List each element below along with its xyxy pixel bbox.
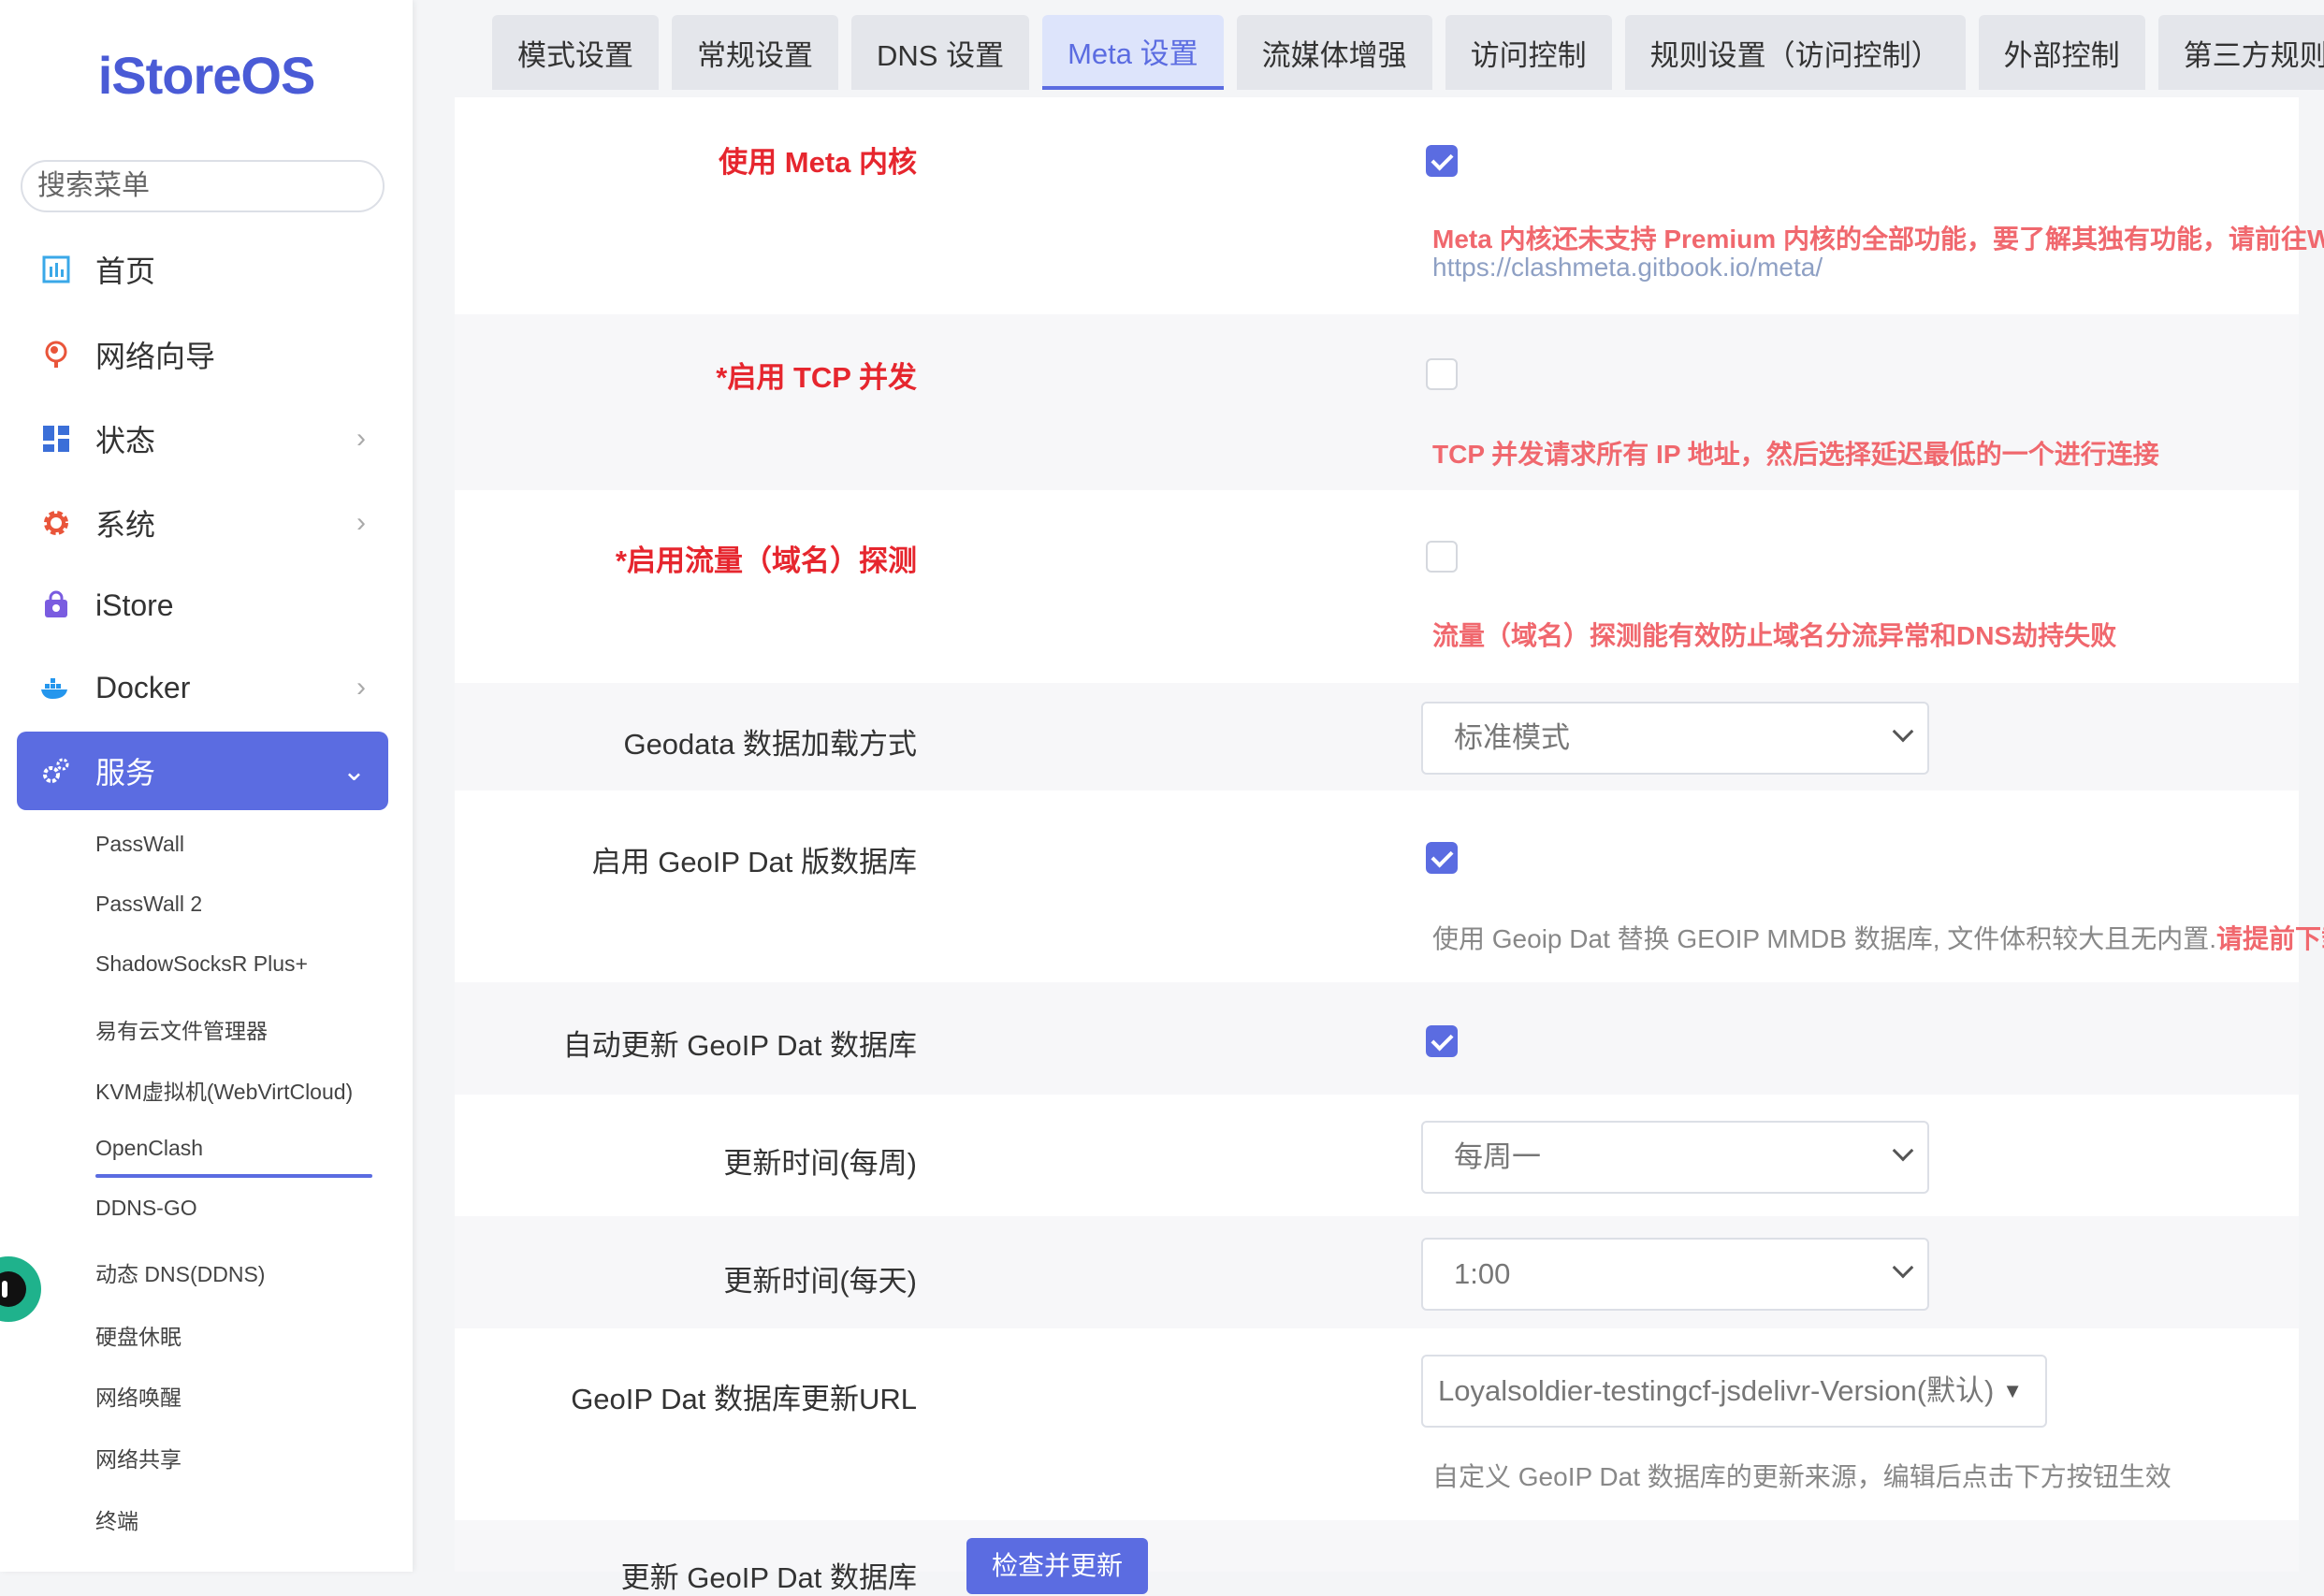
setting-row-meta-core: 使用 Meta 内核 Meta 内核还未支持 Premium 内核的全部功能，要… bbox=[455, 97, 2324, 314]
sidebar-subitem-ddns-go[interactable]: DDNS-GO bbox=[95, 1196, 197, 1221]
tab-external-control[interactable]: 外部控制 bbox=[1978, 15, 2145, 90]
setting-label: Geodata 数据加载方式 bbox=[623, 728, 917, 761]
sidebar-subitem-openclash[interactable]: OpenClash bbox=[95, 1136, 203, 1161]
sidebar-item-status[interactable]: 状态 › bbox=[17, 399, 388, 478]
sidebar-item-network-wizard[interactable]: 网络向导 bbox=[17, 315, 388, 394]
chevron-right-icon: › bbox=[356, 507, 366, 538]
meta-core-checkbox[interactable] bbox=[1426, 145, 1458, 177]
sidebar-subitem-file-manager[interactable]: 易有云文件管理器 bbox=[95, 1013, 268, 1045]
settings-tabs: 模式设置 常规设置 DNS 设置 Meta 设置 流媒体增强 访问控制 规则设置… bbox=[492, 15, 2324, 90]
sidebar-subitem-ssrplus[interactable]: ShadowSocksR Plus+ bbox=[95, 951, 308, 977]
download-hint: 请提前下载 bbox=[2216, 924, 2324, 953]
setting-row-tcp-concurrent: *启用 TCP 并发 TCP 并发请求所有 IP 地址，然后选择延迟最低的一个进… bbox=[455, 314, 2299, 490]
setting-row-geoip-dat: 启用 GeoIP Dat 版数据库 使用 Geoip Dat 替换 GEOIP … bbox=[455, 791, 2324, 982]
select-value: 1:00 bbox=[1454, 1257, 1511, 1290]
sidebar-item-label: 网络向导 bbox=[95, 340, 216, 373]
setting-description: 流量（域名）探测能有效防止域名分流异常和DNS劫持失败 bbox=[1432, 621, 2117, 650]
sidebar-item-home[interactable]: 首页 bbox=[17, 230, 388, 309]
tab-general[interactable]: 常规设置 bbox=[672, 15, 838, 90]
chevron-down-icon bbox=[1892, 1139, 1914, 1162]
chevron-down-icon bbox=[1892, 1256, 1914, 1279]
setting-label: GeoIP Dat 数据库更新URL bbox=[571, 1383, 917, 1415]
sidebar-item-label: iStore bbox=[95, 588, 174, 622]
active-subitem-indicator bbox=[95, 1174, 372, 1178]
chevron-down-icon: ⌄ bbox=[341, 755, 366, 787]
tcp-concurrent-checkbox[interactable] bbox=[1426, 358, 1458, 390]
gears-icon bbox=[37, 752, 75, 790]
setting-label: 更新时间(每天) bbox=[723, 1265, 917, 1298]
dropdown-triangle-icon: ▼ bbox=[2002, 1379, 2023, 1402]
gear-icon bbox=[37, 504, 75, 542]
tab-rules[interactable]: 规则设置（访问控制） bbox=[1624, 15, 1966, 90]
globe-icon bbox=[37, 336, 75, 373]
setting-row-update-now: 更新 GeoIP Dat 数据库 bbox=[455, 1520, 2299, 1594]
dashboard-grid-icon bbox=[37, 420, 75, 457]
sidebar-subitem-wol[interactable]: 网络唤醒 bbox=[95, 1380, 182, 1412]
sidebar-subitem-passwall2[interactable]: PassWall 2 bbox=[95, 892, 202, 917]
tab-third-party-rules[interactable]: 第三方规则订 bbox=[2157, 15, 2324, 90]
setting-row-geodata-mode: Geodata 数据加载方式 标准模式 bbox=[455, 683, 2299, 791]
geoip-dat-checkbox[interactable] bbox=[1426, 842, 1458, 874]
tab-mode[interactable]: 模式设置 bbox=[492, 15, 659, 90]
setting-description: 自定义 GeoIP Dat 数据库的更新来源，编辑后点击下方按钮生效 bbox=[1432, 1462, 2171, 1491]
sidebar-item-istore[interactable]: iStore bbox=[17, 566, 388, 645]
tab-access-control[interactable]: 访问控制 bbox=[1445, 15, 1612, 90]
sidebar-item-label: 首页 bbox=[95, 254, 156, 288]
sidebar-item-label: 状态 bbox=[95, 424, 156, 457]
setting-label: *启用流量（域名）探测 bbox=[615, 544, 917, 577]
sidebar: iStoreOS 搜索菜单 首页 网络向导 状态 › 系统 › iStore D… bbox=[0, 0, 413, 1572]
sidebar-subitem-kvm[interactable]: KVM虚拟机(WebVirtCloud) bbox=[95, 1074, 353, 1106]
update-url-select[interactable]: Loyalsoldier-testingcf-jsdelivr-Version(… bbox=[1421, 1355, 2047, 1428]
tab-dns[interactable]: DNS 设置 bbox=[851, 15, 1030, 90]
description-text: 使用 Geoip Dat 替换 GEOIP MMDB 数据库, 文件体积较大且无… bbox=[1432, 924, 2217, 953]
setting-description: 使用 Geoip Dat 替换 GEOIP MMDB 数据库, 文件体积较大且无… bbox=[1432, 919, 2324, 956]
docker-whale-icon bbox=[37, 669, 75, 706]
auto-update-checkbox[interactable] bbox=[1426, 1025, 1458, 1057]
setting-row-update-url: GeoIP Dat 数据库更新URL Loyalsoldier-testingc… bbox=[455, 1328, 2299, 1520]
meta-wiki-link[interactable]: https://clashmeta.gitbook.io/meta/ bbox=[1432, 253, 1823, 283]
sidebar-item-label: 服务 bbox=[95, 756, 156, 790]
setting-row-auto-update: 自动更新 GeoIP Dat 数据库 bbox=[455, 982, 2299, 1095]
setting-label: 更新时间(每周) bbox=[723, 1147, 917, 1180]
setting-label: *启用 TCP 并发 bbox=[716, 361, 917, 394]
sidebar-item-system[interactable]: 系统 › bbox=[17, 484, 388, 562]
chevron-right-icon: › bbox=[356, 423, 366, 454]
setting-row-sniffer: *启用流量（域名）探测 流量（域名）探测能有效防止域名分流异常和DNS劫持失败 bbox=[455, 490, 2299, 683]
sidebar-item-services[interactable]: 服务 ⌄ bbox=[17, 732, 388, 810]
update-week-select[interactable]: 每周一 bbox=[1421, 1121, 1929, 1194]
sidebar-item-label: 系统 bbox=[95, 508, 156, 542]
sidebar-subitem-passwall[interactable]: PassWall bbox=[95, 832, 184, 857]
sidebar-subitem-disk-sleep[interactable]: 硬盘休眠 bbox=[95, 1319, 182, 1351]
geodata-mode-select[interactable]: 标准模式 bbox=[1421, 702, 1929, 775]
sniffer-checkbox[interactable] bbox=[1426, 541, 1458, 573]
setting-row-update-day: 更新时间(每天) 1:00 bbox=[455, 1216, 2299, 1328]
sidebar-subitem-network-share[interactable]: 网络共享 bbox=[95, 1442, 182, 1473]
sidebar-subitem-terminal[interactable]: 终端 bbox=[95, 1503, 138, 1535]
bar-chart-icon bbox=[37, 251, 75, 288]
shopping-bag-icon bbox=[37, 587, 75, 624]
setting-description: TCP 并发请求所有 IP 地址，然后选择延迟最低的一个进行连接 bbox=[1432, 440, 2159, 469]
check-update-button[interactable]: 检查并更新 bbox=[966, 1538, 1148, 1594]
chevron-down-icon bbox=[1892, 720, 1914, 743]
app-logo[interactable]: iStoreOS bbox=[0, 45, 413, 106]
sidebar-subitem-ddns[interactable]: 动态 DNS(DDNS) bbox=[95, 1256, 265, 1288]
update-day-select[interactable]: 1:00 bbox=[1421, 1238, 1929, 1311]
setting-description: Meta 内核还未支持 Premium 内核的全部功能，要了解其独有功能，请前往… bbox=[1432, 225, 2324, 254]
tab-meta[interactable]: Meta 设置 bbox=[1042, 15, 1224, 90]
select-value: 每周一 bbox=[1454, 1140, 1541, 1173]
select-value: 标准模式 bbox=[1454, 721, 1570, 754]
tab-streaming[interactable]: 流媒体增强 bbox=[1236, 15, 1432, 90]
chevron-right-icon: › bbox=[356, 672, 366, 703]
setting-label: 更新 GeoIP Dat 数据库 bbox=[620, 1561, 917, 1594]
select-value: Loyalsoldier-testingcf-jsdelivr-Version(… bbox=[1438, 1374, 1995, 1407]
setting-label: 使用 Meta 内核 bbox=[719, 146, 917, 179]
setting-label: 自动更新 GeoIP Dat 数据库 bbox=[562, 1029, 917, 1062]
setting-row-update-week: 更新时间(每周) 每周一 bbox=[455, 1095, 2299, 1216]
setting-label: 启用 GeoIP Dat 版数据库 bbox=[591, 846, 917, 878]
sidebar-item-label: Docker bbox=[95, 670, 191, 704]
sidebar-item-docker[interactable]: Docker › bbox=[17, 648, 388, 727]
search-menu-input[interactable]: 搜索菜单 bbox=[21, 160, 385, 212]
